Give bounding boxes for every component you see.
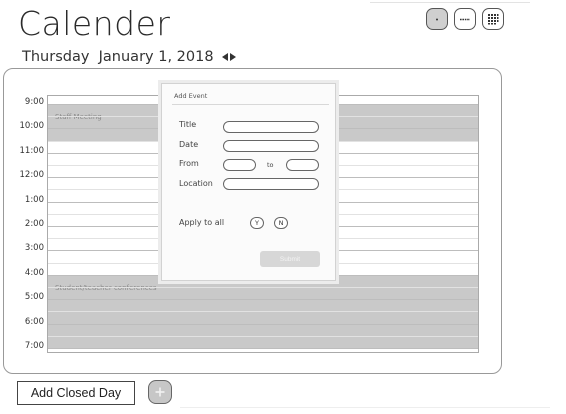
time-label: 4:00 bbox=[24, 267, 44, 278]
half-hour-gridline bbox=[48, 335, 478, 337]
title-input[interactable] bbox=[223, 121, 319, 133]
from-label: From bbox=[179, 159, 199, 168]
submit-button[interactable]: Submit bbox=[260, 251, 320, 267]
date-label: Date bbox=[179, 140, 199, 149]
page-title: Calender bbox=[18, 4, 171, 43]
time-label: 11:00 bbox=[19, 145, 45, 156]
view-switcher bbox=[426, 8, 504, 30]
top-divider bbox=[370, 2, 530, 3]
time-label: 2:00 bbox=[24, 219, 44, 229]
hour-gridline bbox=[48, 323, 478, 325]
title-label: Title bbox=[179, 120, 197, 129]
apply-yes-button[interactable]: Y bbox=[250, 217, 264, 229]
hour-gridline bbox=[48, 348, 478, 349]
dash-icon bbox=[460, 18, 470, 21]
time-label: 12:00 bbox=[19, 170, 45, 181]
bottom-divider bbox=[180, 407, 550, 408]
grid-icon bbox=[488, 14, 499, 25]
half-hour-gridline bbox=[48, 287, 478, 288]
time-label: 6:00 bbox=[24, 316, 44, 327]
apply-no-button[interactable]: N bbox=[274, 217, 288, 229]
month-view-button[interactable] bbox=[482, 8, 504, 30]
time-label: 7:00 bbox=[24, 341, 44, 351]
apply-to-all-label: Apply to all bbox=[179, 218, 225, 227]
dialog-divider bbox=[172, 104, 329, 105]
location-label: Location bbox=[179, 179, 213, 188]
add-event-dialog: Add Event Title Date From to Location Ap… bbox=[161, 83, 336, 281]
location-input[interactable] bbox=[223, 178, 319, 190]
date-bar: Thursday January 1, 2018 bbox=[22, 49, 236, 65]
add-button[interactable] bbox=[148, 380, 172, 404]
date-input[interactable] bbox=[223, 140, 319, 152]
time-label: 10:00 bbox=[19, 121, 45, 132]
current-date: Thursday January 1, 2018 bbox=[22, 49, 214, 65]
time-label: 9:00 bbox=[24, 97, 44, 107]
half-hour-gridline bbox=[48, 311, 478, 313]
hour-gridline bbox=[48, 299, 478, 301]
time-label: 5:00 bbox=[24, 292, 44, 303]
plus-icon bbox=[155, 387, 165, 397]
dialog-title: Add Event bbox=[174, 92, 208, 100]
from-time-input[interactable] bbox=[223, 159, 256, 171]
to-label: to bbox=[267, 161, 274, 169]
add-closed-day-button[interactable]: Add Closed Day bbox=[17, 381, 135, 405]
date-nav[interactable] bbox=[221, 53, 236, 61]
to-time-input[interactable] bbox=[286, 159, 319, 171]
prev-next-arrows-icon[interactable] bbox=[221, 53, 236, 61]
week-view-button[interactable] bbox=[454, 8, 476, 30]
day-view-button[interactable] bbox=[426, 8, 448, 30]
time-label: 1:00 bbox=[24, 194, 44, 205]
time-label: 3:00 bbox=[24, 243, 44, 254]
dot-icon bbox=[436, 18, 438, 21]
